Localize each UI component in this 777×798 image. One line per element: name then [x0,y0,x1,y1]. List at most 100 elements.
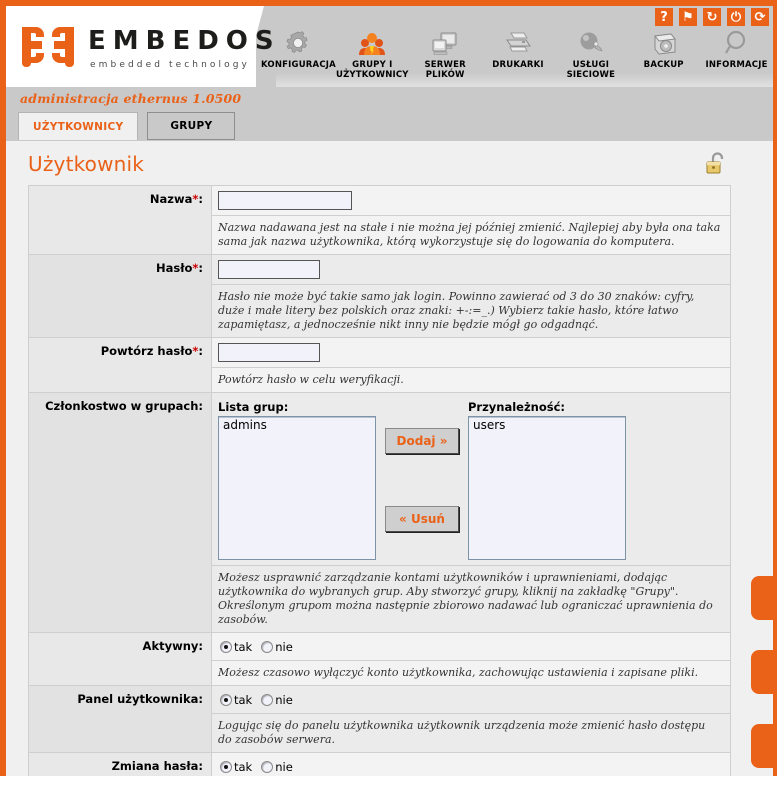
tab-uzytkownicy[interactable]: UŻYTKOWNICY [18,112,139,140]
open-padlock-icon[interactable] [704,150,730,178]
active-radio-yes[interactable]: tak [220,640,252,654]
nav-label: DRUKARKI [492,60,544,70]
radio-on-icon[interactable] [220,761,232,773]
field-cell-groups: Lista grup: admins Dodaj » « Usuń Przyna [211,392,731,566]
header-tool-icons: ? ⚑ ↻ ⏻ ⟳ [655,8,769,26]
password-input[interactable] [218,260,320,279]
field-hint-cell-password: Hasło nie może być takie samo jak login.… [211,284,731,338]
form-row-active: Aktywny: tak nie [28,632,731,686]
nav-item-informacje[interactable]: INFORMACJE [700,28,773,87]
field-hint-user-panel: Logując się do panelu użytkownika użytko… [218,719,706,746]
radio-on-icon[interactable] [220,694,232,706]
field-hint-cell-user-panel: Logując się do panelu użytkownika użytko… [211,713,731,753]
radio-off-icon[interactable] [261,641,274,653]
logo-wordmark: EMBEDOS [88,26,281,56]
field-cell-user-panel: tak nie [211,685,731,714]
nav-item-backup[interactable]: BACKUP [627,28,700,87]
field-hint-name: Nazwa nadawana jest na stałe i nie można… [218,221,721,248]
user-panel-radio-yes[interactable]: tak [220,693,252,707]
nav-label: USŁUGI SIECIOWE [566,60,616,80]
sub-header: administracja ethernus 1.0500 UŻYTKOWNIC… [6,87,773,141]
user-panel-radio-group: tak nie [218,691,724,708]
nav-label: GRUPY I UŻYTKOWNICY [335,60,409,80]
form-row-name: Nazwa*: [28,185,731,255]
field-label-password: Hasło*: [28,254,212,338]
nav-item-konfiguracja[interactable]: KONFIGURACJA [261,28,336,87]
gear-icon [281,28,315,58]
radio-label: nie [275,693,293,707]
form-row-user-panel: Panel użytkownika: tak nie [28,685,731,753]
remove-group-button[interactable]: « Usuń [385,506,459,532]
radio-off-icon[interactable] [261,694,274,706]
field-hint-groups: Możesz usprawnić zarządzanie kontami uży… [218,571,713,626]
password-change-radio-yes[interactable]: tak [220,760,252,774]
form-row-password-change: Zmiana hasła: tak nie [28,752,731,776]
side-tab-2[interactable] [751,650,773,694]
server-icon [428,28,462,58]
field-label-password-change: Zmiana hasła: [28,752,212,776]
password-repeat-input[interactable] [218,343,320,362]
users-icon [355,28,389,58]
user-form: Nazwa*: Nazwa nadawana jest na stałe i n… [28,185,731,776]
field-hint-cell-groups: Możesz usprawnić zarządzanie kontami uży… [211,565,731,633]
field-hint-cell-active: Możesz czasowo wyłączyć konto użytkownik… [211,660,731,686]
form-row-groups: Członkostwo w grupach: Lista grup: admin… [28,392,731,633]
field-label-groups: Członkostwo w grupach: [28,392,212,633]
field-cell-password-change: tak nie [211,752,731,776]
active-radio-no[interactable]: nie [261,640,293,654]
frame-border-right [773,0,777,776]
user-panel-radio-no[interactable]: nie [261,693,293,707]
form-row-password-repeat: Powtórz hasło*: [28,337,731,393]
nav-label: BACKUP [643,60,684,70]
assigned-groups-listbox[interactable]: users [468,416,626,560]
radio-off-icon[interactable] [261,761,274,773]
side-tab-3[interactable] [751,724,773,768]
app-window: EMBEDOS embedded technology KONFIGURACJA [0,0,777,776]
reload-icon[interactable]: ⟳ [751,8,769,26]
field-cell-name [211,185,731,216]
tab-grupy[interactable]: GRUPY [147,112,236,140]
list-item[interactable]: users [471,418,625,432]
radio-label: nie [275,760,293,774]
nav-item-uslugi-sieciowe[interactable]: USŁUGI SIECIOWE [554,28,627,87]
add-group-button[interactable]: Dodaj » [385,428,459,454]
name-input[interactable] [218,191,352,210]
backup-icon [647,28,681,58]
content-area: Użytkownik Nazwa*: Nazwa nadawana jest n… [6,141,773,776]
field-cell-password-repeat [211,337,731,368]
field-label-active: Aktywny: [28,632,212,686]
available-groups-header: Lista grup: [218,400,289,414]
field-hint-password: Hasło nie może być takie samo jak login.… [218,290,695,331]
list-item[interactable]: admins [221,418,375,432]
flag-icon[interactable]: ⚑ [679,8,697,26]
radio-label: nie [275,640,293,654]
logo-tagline: embedded technology [90,60,250,70]
available-groups-listbox[interactable]: admins [218,416,376,560]
embedos-logo-icon [20,23,76,71]
assigned-groups-header: Przynależność: [468,400,566,414]
help-icon[interactable]: ? [655,8,673,26]
dual-list-buttons: Dodaj » « Usuń [376,400,468,560]
main-navigation: KONFIGURACJA GRUPY I UŻYTKOWNICY SERWER … [261,28,773,87]
nav-item-drukarki[interactable]: DRUKARKI [482,28,555,87]
field-hint-password-repeat: Powtórz hasło w celu weryfikacji. [218,373,404,386]
radio-label: tak [234,693,253,707]
field-hint-cell-password-repeat: Powtórz hasło w celu weryfikacji. [211,367,731,393]
section-tabs: UŻYTKOWNICY GRUPY [18,112,236,140]
password-change-radio-no[interactable]: nie [261,760,293,774]
printer-icon [501,28,535,58]
nav-label: INFORMACJE [705,60,768,70]
active-radio-group: tak nie [218,638,724,655]
radio-label: tak [234,640,253,654]
side-tab-1[interactable] [751,576,773,620]
magnifier-icon [720,28,754,58]
field-label-password-repeat: Powtórz hasło*: [28,337,212,393]
nav-label: KONFIGURACJA [261,60,336,70]
nav-item-serwer-plikow[interactable]: SERWER PLIKÓW [409,28,482,87]
power-icon[interactable]: ⏻ [727,8,745,26]
refresh-cycle-icon[interactable]: ↻ [703,8,721,26]
field-label-name: Nazwa*: [28,185,212,255]
radio-on-icon[interactable] [220,641,232,653]
nav-item-grupy-i-uzytkownicy[interactable]: GRUPY I UŻYTKOWNICY [336,28,409,87]
password-change-radio-group: tak nie [218,758,724,775]
